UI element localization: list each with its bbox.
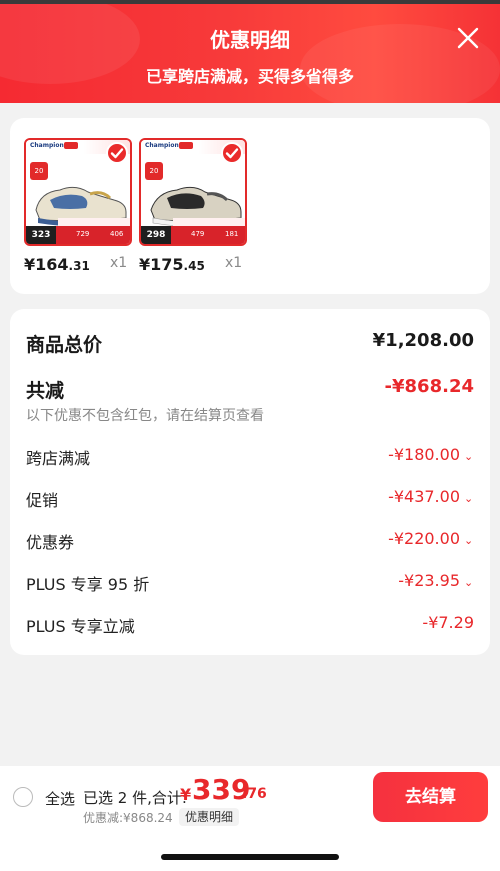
chevron-down-icon: ⌄: [464, 576, 474, 589]
strip-number: 479: [191, 230, 205, 238]
total-currency: ¥: [180, 785, 192, 804]
check-icon: [110, 148, 124, 159]
select-all-label[interactable]: 全选: [45, 788, 75, 809]
discount-item-label: 跨店满减: [26, 449, 91, 468]
products-card: Champion 20 323 729 406 ¥164.31 x1 Champ…: [10, 118, 490, 294]
discount-header: 优惠明细 已享跨店满减，买得多省得多: [0, 4, 500, 103]
strip-price: 323: [26, 226, 56, 244]
brand-logo: Champion: [145, 142, 179, 149]
discount-item-value: -¥7.29: [422, 613, 474, 632]
discount-amount-text: 优惠减:¥868.24: [83, 811, 173, 825]
selected-check[interactable]: [106, 142, 128, 164]
strip-number: 181: [225, 230, 239, 238]
discount-item-label: 促销: [26, 491, 59, 510]
product-item[interactable]: Champion 20 323 729 406 ¥164.31 x1: [24, 138, 132, 274]
check-icon: [225, 148, 239, 159]
discount-amount: -¥437.00: [388, 487, 460, 506]
thumbnail-price-strip: 323 729 406: [26, 226, 130, 244]
chevron-down-icon: ⌄: [464, 492, 474, 505]
thumbnail-mid-strip: [58, 218, 130, 226]
select-all-radio[interactable]: [13, 787, 33, 807]
discount-item-value: -¥220.00 ⌄: [388, 529, 474, 548]
discount-amount: -¥23.95: [398, 571, 460, 590]
discount-detail-button[interactable]: 优惠明细: [179, 808, 240, 826]
page-title: 优惠明细: [210, 28, 290, 52]
strip-price: 298: [141, 226, 171, 244]
total-reduce-label: 共减: [26, 380, 65, 402]
strip-number: 729: [76, 230, 90, 238]
discount-amount: -¥180.00: [388, 445, 460, 464]
total-amount-decimal: .76: [242, 786, 267, 802]
discount-item-label: PLUS 专享立减: [26, 617, 135, 636]
discount-note: 以下优惠不包含红包，请在结算页查看: [26, 408, 264, 424]
product-quantity: x1: [110, 255, 128, 271]
product-quantity: x1: [225, 255, 243, 271]
discount-item-value: -¥180.00 ⌄: [388, 445, 474, 464]
total-price-value: ¥1,208.00: [372, 330, 474, 351]
thumbnail-price-strip: 298 479 181: [141, 226, 245, 244]
discount-summary-card: 商品总价 ¥1,208.00 共减 -¥868.24 以下优惠不包含红包，请在结…: [10, 309, 490, 655]
price-integer: ¥164: [24, 255, 69, 274]
page-subtitle: 已享跨店满减，买得多省得多: [145, 67, 354, 86]
selected-count-text: 已选 2 件,合计:: [83, 789, 187, 807]
discount-amount: -¥220.00: [388, 529, 460, 548]
product-item[interactable]: Champion 20 298 479 181 ¥175.45 x1: [139, 138, 247, 274]
close-button[interactable]: [454, 24, 482, 52]
chevron-down-icon: ⌄: [464, 450, 474, 463]
selected-check[interactable]: [221, 142, 243, 164]
total-price-label: 商品总价: [26, 334, 103, 356]
strip-number: 406: [110, 230, 124, 238]
total-reduce-value: -¥868.24: [384, 376, 474, 397]
brand-pill: [64, 142, 78, 149]
discount-item-value: -¥23.95 ⌄: [398, 571, 474, 590]
product-price: ¥175.45: [139, 255, 205, 274]
price-decimal: .31: [68, 259, 90, 273]
brand-logo: Champion: [30, 142, 64, 149]
home-indicator[interactable]: [161, 854, 339, 860]
product-price: ¥164.31: [24, 255, 90, 274]
close-icon: [457, 27, 479, 49]
product-thumbnail[interactable]: Champion 20 323 729 406: [24, 138, 132, 246]
product-thumbnail[interactable]: Champion 20 298 479 181: [139, 138, 247, 246]
price-integer: ¥175: [139, 255, 184, 274]
chevron-down-icon: ⌄: [464, 534, 474, 547]
discount-item-label: 优惠券: [26, 533, 75, 552]
discount-item-value: -¥437.00 ⌄: [388, 487, 474, 506]
thumbnail-mid-strip: [173, 218, 245, 226]
checkout-button[interactable]: 去结算: [373, 772, 488, 822]
brand-pill: [179, 142, 193, 149]
discount-item-label: PLUS 专享 95 折: [26, 575, 150, 594]
price-decimal: .45: [183, 259, 205, 273]
